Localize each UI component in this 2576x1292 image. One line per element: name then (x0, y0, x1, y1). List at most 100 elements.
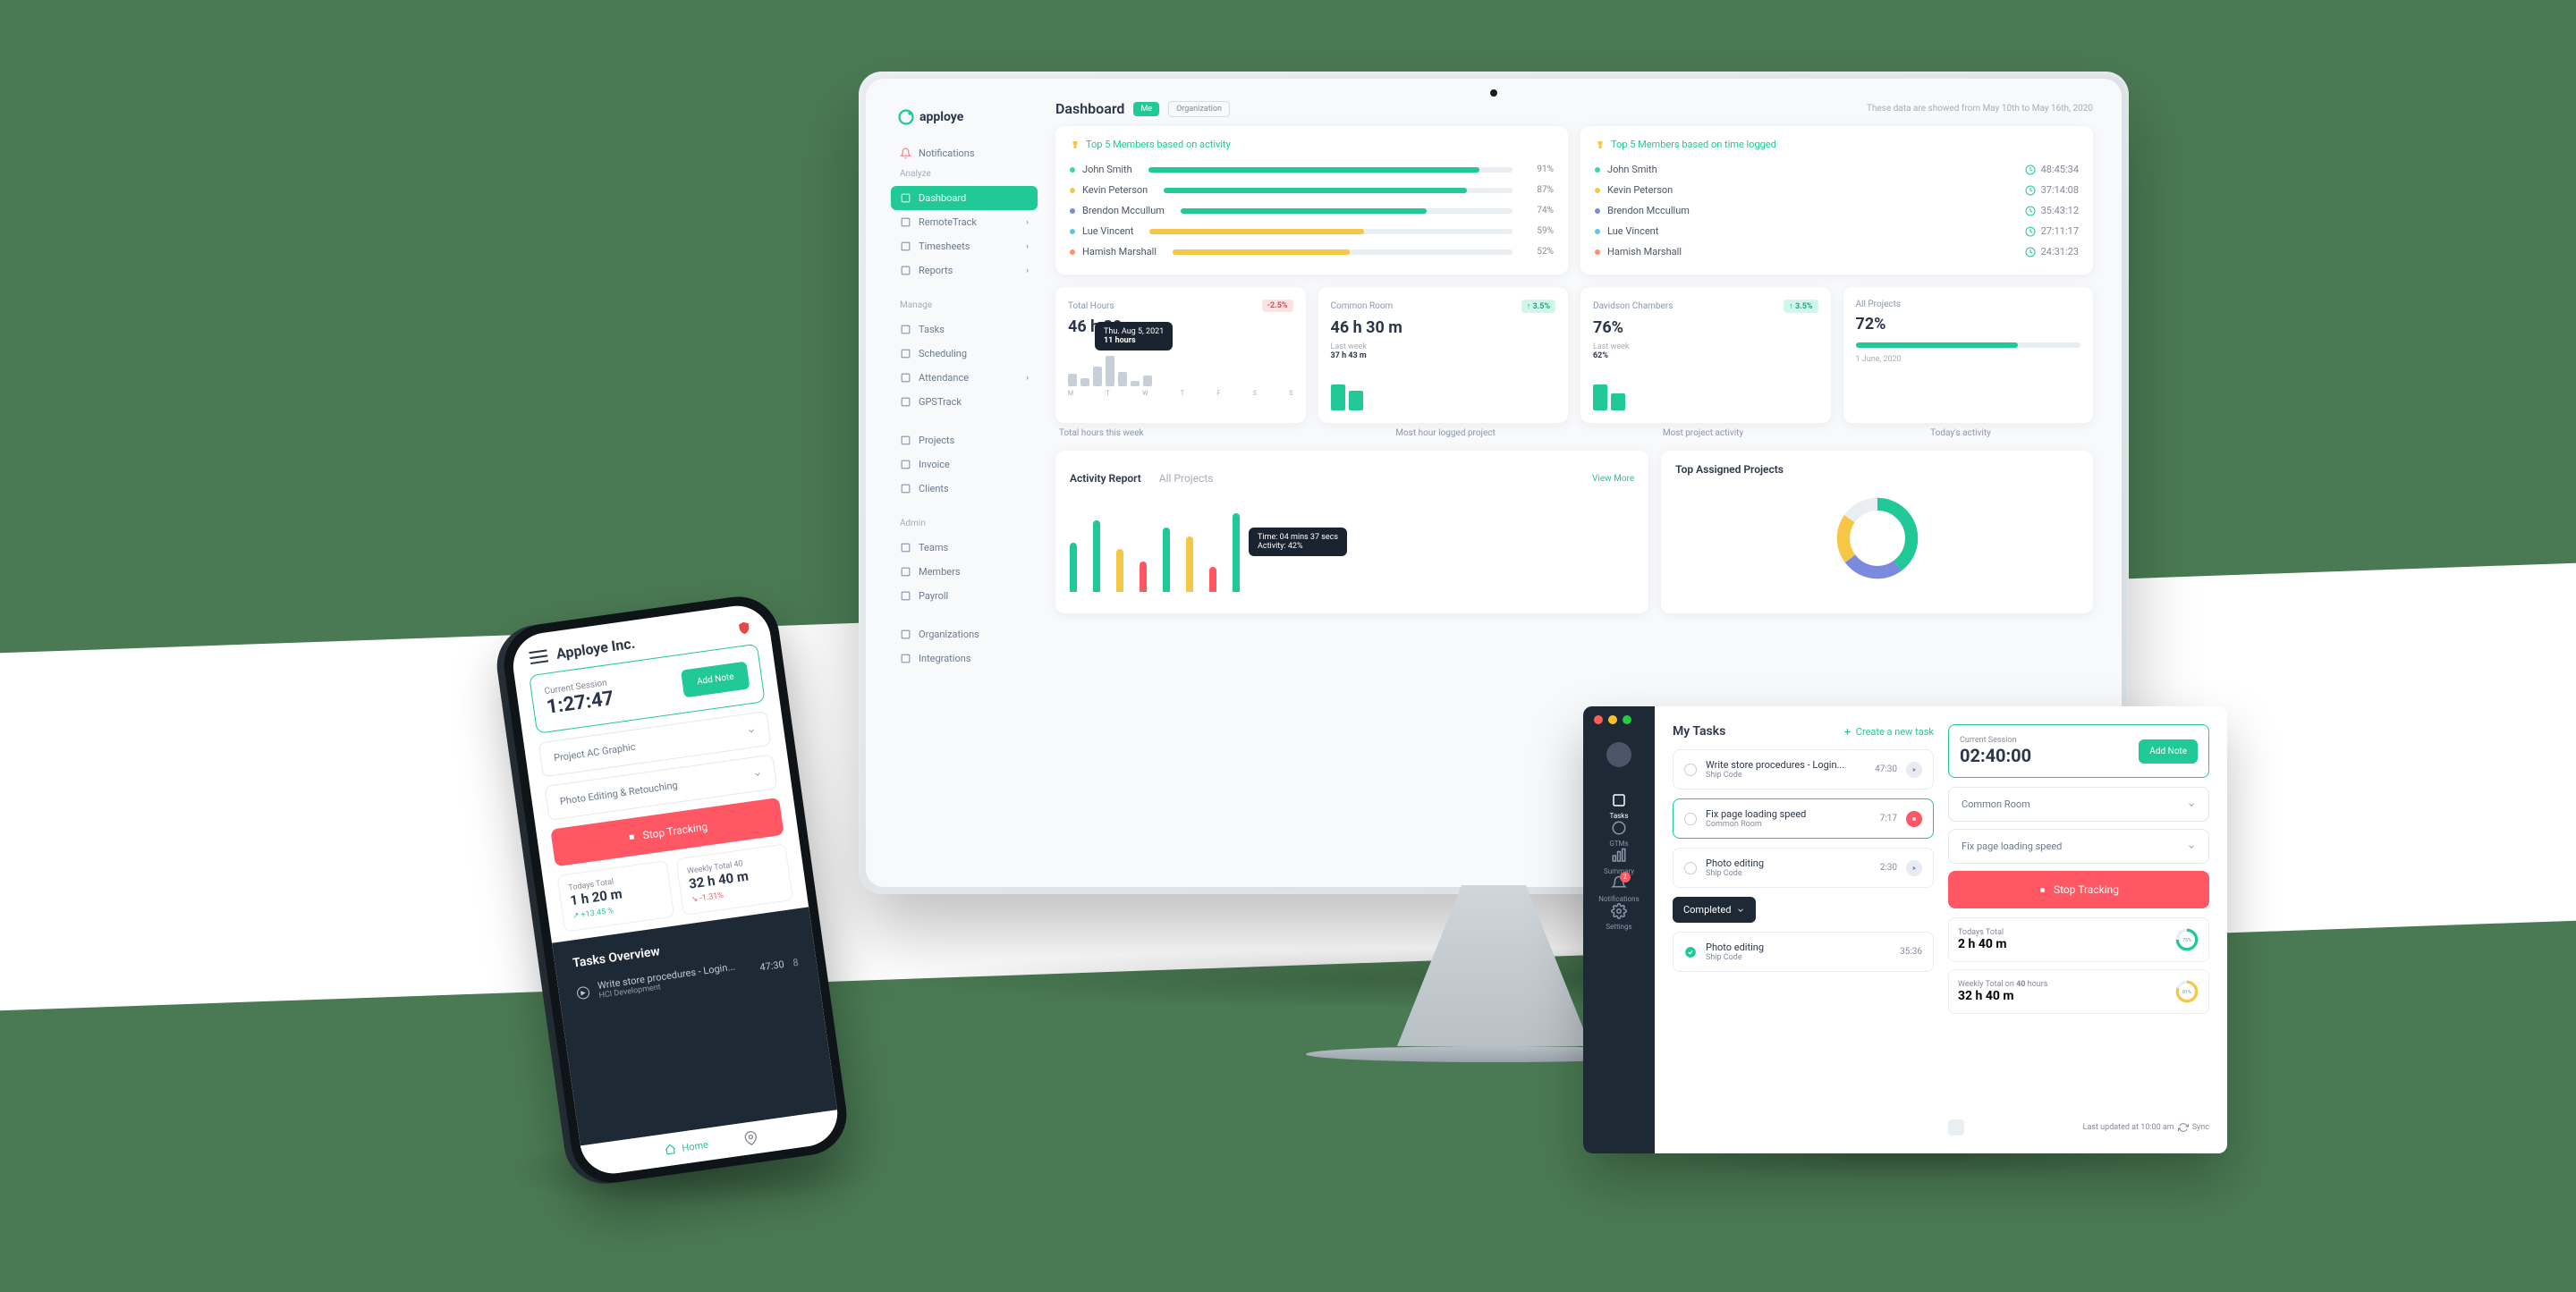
activity-bar (1116, 549, 1123, 592)
widget-stop-button[interactable]: Stop Tracking (1948, 871, 2209, 908)
member-name: Brendon Mccullum (1607, 205, 1690, 216)
widget-stop-label: Stop Tracking (2054, 883, 2119, 896)
task-item[interactable]: Photo editingShip Code2:30 (1673, 848, 1934, 888)
today-stat: Todays Total 1 h 20 m ↗ +13.45 % (557, 860, 675, 933)
avatar[interactable] (1606, 742, 1631, 767)
mini-bar-chart (1331, 367, 1556, 410)
member-name: Hamish Marshall (1607, 246, 1682, 258)
summary-icon (1611, 848, 1627, 864)
widget-nav-gtms[interactable]: GTMs (1598, 820, 1639, 848)
brand-logo[interactable]: apploye (891, 104, 1038, 131)
stop-button[interactable] (1906, 811, 1922, 827)
activity-bar (1181, 208, 1513, 214)
location-pin-icon[interactable] (742, 1130, 758, 1146)
sync-icon[interactable] (2178, 1122, 2189, 1133)
sidebar-item-label: Attendance (919, 372, 969, 384)
trophy-icon (1595, 139, 1606, 150)
task-item[interactable]: Write store procedures - Login...Ship Co… (1673, 749, 1934, 790)
completed-dropdown[interactable]: Completed (1673, 897, 1756, 923)
widget-project-selector[interactable]: Common Room (1948, 787, 2209, 822)
tab-organization[interactable]: Organization (1168, 101, 1230, 117)
sidebar-item-label: Clients (919, 483, 949, 494)
sidebar-item-label: Dashboard (919, 192, 966, 204)
member-dot (1070, 167, 1075, 173)
shield-icon[interactable] (736, 620, 752, 636)
sidebar-item-dashboard[interactable]: Dashboard (891, 186, 1038, 210)
sidebar-item-organizations[interactable]: Organizations (891, 622, 1038, 646)
sidebar-item-invoice[interactable]: Invoice (891, 452, 1038, 477)
brand-text: apploye (919, 110, 963, 124)
widget-nav-settings[interactable]: Settings (1598, 903, 1639, 931)
member-dot (1070, 249, 1075, 255)
sidebar-item-members[interactable]: Members (891, 560, 1038, 584)
member-dot (1595, 229, 1600, 234)
task-checkbox[interactable] (1684, 862, 1697, 874)
sidebar-item-reports[interactable]: Reports› (891, 258, 1038, 283)
nav-icon (900, 241, 911, 252)
settings-icon (1611, 903, 1627, 919)
completed-task-item[interactable]: Photo editingShip Code 35:36 (1673, 932, 1934, 972)
play-icon[interactable]: ▶ (576, 985, 590, 1000)
widget-sidebar: Tasks GTMsSummaryNotifications2Settings (1583, 706, 1655, 1153)
svg-text:75%: 75% (2182, 938, 2191, 943)
sidebar-notifications[interactable]: Notifications (891, 141, 1038, 165)
member-dot (1595, 249, 1600, 255)
widget-nav-label: GTMs (1609, 840, 1628, 848)
stat-badge: -2.5% (1262, 300, 1293, 312)
task-project: Ship Code (1706, 771, 1866, 780)
collapse-icon[interactable] (1948, 1119, 1964, 1136)
sidebar-item-teams[interactable]: Teams (891, 536, 1038, 560)
traffic-lights[interactable] (1594, 715, 1631, 724)
play-button[interactable] (1906, 762, 1922, 778)
widget-add-note-button[interactable]: Add Note (2139, 739, 2198, 764)
sidebar-item-label: Organizations (919, 629, 979, 640)
sync-label[interactable]: Sync (2192, 1123, 2209, 1132)
sidebar-item-remotetrack[interactable]: RemoteTrack› (891, 210, 1038, 234)
sidebar-item-payroll[interactable]: Payroll (891, 584, 1038, 608)
logo-icon (898, 109, 914, 125)
mini-bar-chart (1593, 367, 1818, 410)
stat-card-2: Davidson Chambers↑ 3.5%76%Last week62% (1580, 287, 1831, 423)
tab-me[interactable]: Me (1133, 102, 1159, 116)
sidebar-item-tasks[interactable]: Tasks (891, 317, 1038, 342)
widget-nav-tasks[interactable]: Tasks (1598, 792, 1639, 820)
play-button[interactable] (1906, 860, 1922, 876)
activity-pct: 59% (1529, 226, 1554, 236)
svg-text:81%: 81% (2182, 990, 2191, 995)
sidebar-item-label: Timesheets (919, 241, 970, 252)
activity-bar (1070, 543, 1077, 592)
view-more-link[interactable]: View More (1592, 474, 1634, 484)
member-name: John Smith (1607, 164, 1657, 175)
sidebar-item-integrations[interactable]: Integrations (891, 646, 1038, 671)
member-row: Kevin Peterson87% (1070, 180, 1554, 200)
clock-icon (2025, 165, 2036, 175)
sidebar-item-timesheets[interactable]: Timesheets› (891, 234, 1038, 258)
member-row: Hamish Marshall24:31:23 (1595, 241, 2079, 262)
task-checkbox[interactable] (1684, 813, 1697, 825)
notification-badge: 2 (1620, 872, 1631, 882)
create-task-link[interactable]: Create a new task (1843, 726, 1934, 738)
nav-icon (900, 483, 911, 494)
nav-home[interactable]: Home (664, 1137, 709, 1158)
sidebar-item-attendance[interactable]: Attendance› (891, 366, 1038, 390)
sidebar-item-clients[interactable]: Clients (891, 477, 1038, 501)
sidebar-item-scheduling[interactable]: Scheduling (891, 342, 1038, 366)
sidebar-item-projects[interactable]: Projects (891, 428, 1038, 452)
add-note-button[interactable]: Add Note (681, 661, 750, 697)
widget-nav-summary[interactable]: Summary (1598, 848, 1639, 875)
nav-icon (900, 265, 911, 276)
top5-activity-card: Top 5 Members based on activity John Smi… (1055, 126, 1568, 274)
widget-project-value: Common Room (1962, 798, 2030, 810)
task-project: Common Room (1706, 820, 1871, 829)
task-item[interactable]: Fix page loading speedCommon Room7:17 (1673, 798, 1934, 839)
widget-task-selector[interactable]: Fix page loading speed (1948, 829, 2209, 864)
member-row: Lue Vincent27:11:17 (1595, 221, 2079, 241)
sidebar-item-label: GPSTrack (919, 396, 962, 408)
task-checkbox[interactable] (1684, 764, 1697, 776)
member-row: John Smith91% (1070, 159, 1554, 180)
nav-icon (900, 216, 911, 228)
menu-icon[interactable] (529, 649, 548, 664)
sidebar-item-gpstrack[interactable]: GPSTrack (891, 390, 1038, 414)
time-logged: 27:11:17 (2041, 225, 2079, 237)
widget-nav-notifications[interactable]: Notifications2 (1598, 875, 1639, 903)
